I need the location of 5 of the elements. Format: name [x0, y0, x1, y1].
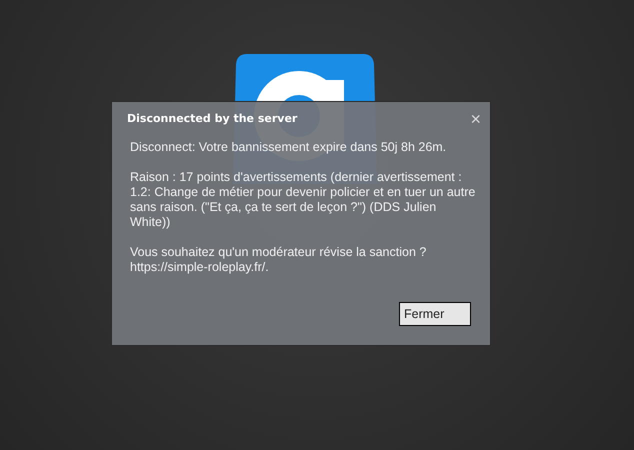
message-text: Raison : 17 points d'avertissements (dernier avertissement : 1.2: Change de métier pour devenir policier et en tuer un autre sans raison. ("Et ça, ça te sert de leçon ?") (DDS Julien White)) [130, 170, 476, 230]
message-text: Vous souhaitez qu'un modérateur révise la sanction ? https://simple-roleplay.fr/. [130, 245, 428, 275]
message-text: Disconnect: Votre bannissement expire dans 50j 8h 26m. [130, 140, 448, 155]
dialog-title: Disconnected by the server [127, 110, 298, 127]
close-dialog-button[interactable]: Fermer [399, 302, 471, 326]
